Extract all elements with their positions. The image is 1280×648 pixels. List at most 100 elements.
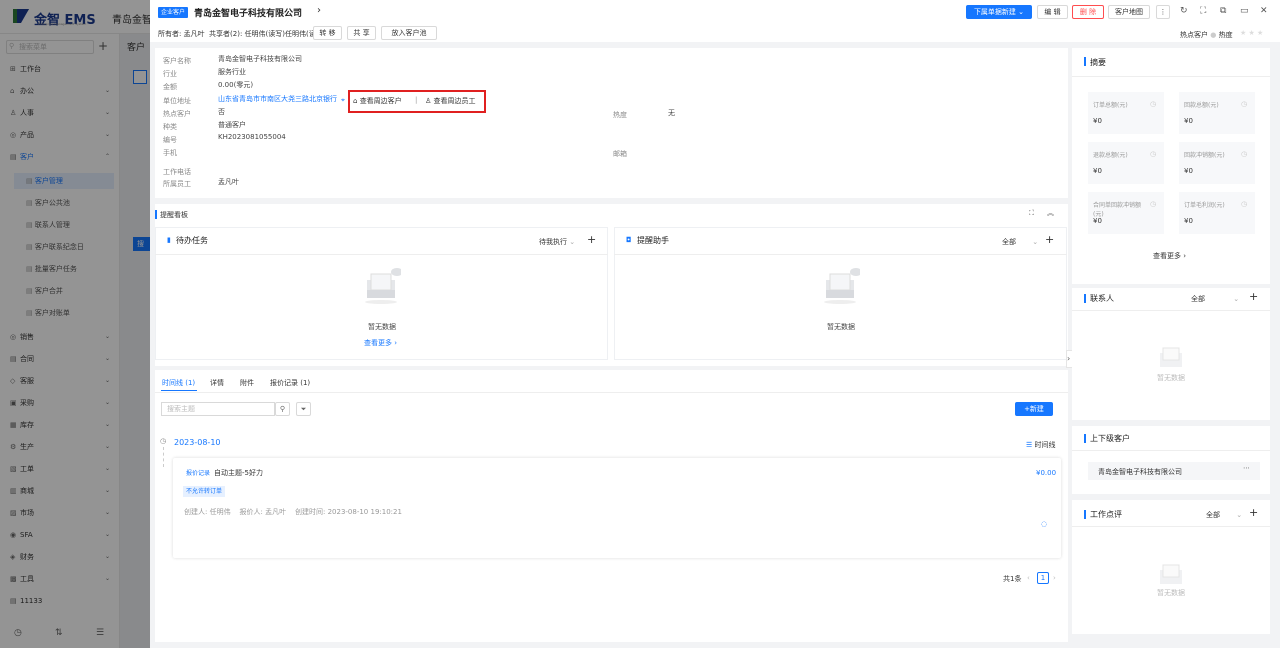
more-label: 查看更多	[1153, 252, 1181, 260]
contacts-empty-text: 暂无数据	[1157, 374, 1185, 382]
info-field-value: 孟凡叶	[218, 178, 239, 186]
summary-item-value: ¥0	[1093, 167, 1102, 175]
summary-item	[1179, 92, 1255, 134]
info-icon[interactable]: ◷	[1150, 200, 1156, 208]
info-field-label: 工作电话	[163, 168, 191, 176]
building-icon: ⌂	[353, 97, 358, 105]
refresh-icon[interactable]: ↻	[1180, 6, 1188, 16]
add-review-icon[interactable]: +	[1249, 506, 1258, 519]
chevron-down-icon: ⌄	[1032, 238, 1039, 246]
filter-icon[interactable]: ⏷	[296, 402, 311, 416]
summary-item	[1088, 92, 1164, 134]
search-icon[interactable]: ⚲	[275, 402, 290, 416]
add-todo-icon[interactable]: +	[587, 233, 596, 246]
close-icon[interactable]: ✕	[1260, 6, 1268, 16]
review-filter-value: 全部	[1206, 511, 1220, 519]
fullscreen-icon[interactable]: ⛶	[1200, 6, 1206, 16]
tab-quote-records[interactable]: 报价记录 (1)	[270, 378, 310, 388]
hot-customer-label: 热点客户	[1180, 31, 1208, 39]
summary-item	[1179, 142, 1255, 184]
expand-icon[interactable]: ⛶	[1029, 209, 1034, 218]
contacts-filter-select[interactable]: 全部 ⌄	[1191, 294, 1239, 304]
nearby-staff-label: 查看周边员工	[433, 97, 476, 105]
prev-icon[interactable]: ‹	[297, 5, 301, 16]
section-marker	[1084, 434, 1086, 443]
todo-filter-select[interactable]: 待我执行 ⌄	[539, 237, 575, 247]
event-created-time: 创建时间: 2023-08-10 19:10:21	[295, 508, 402, 516]
page-next-icon[interactable]: ›	[1053, 574, 1056, 582]
address-link[interactable]: 山东省青岛市市南区大尧三路北京银行	[218, 94, 337, 104]
new-subordinate-doc-button[interactable]: 下属单据新建 ⌄	[966, 5, 1032, 19]
info-icon[interactable]: ◷	[1241, 100, 1247, 108]
info-icon[interactable]: ◷	[1150, 150, 1156, 158]
add-reminder-icon[interactable]: +	[1045, 233, 1054, 246]
collapse-icon[interactable]: ︽	[1047, 208, 1054, 218]
user-icon: ♙	[425, 97, 432, 105]
event-quoter: 报价人: 孟凡叶	[239, 508, 287, 516]
info-icon[interactable]: ◷	[1241, 150, 1247, 158]
customer-map-button[interactable]: 客户地图	[1108, 5, 1150, 19]
timeline-search-input[interactable]: 搜索主题	[161, 402, 275, 416]
info-field-value: 否	[218, 108, 225, 116]
divider	[614, 254, 1067, 255]
customer-type-badge: 企业客户	[158, 7, 189, 18]
empty-inbox-icon	[1160, 347, 1182, 367]
more-label: 查看更多	[364, 339, 392, 347]
info-icon[interactable]: ◷	[1150, 100, 1156, 108]
comment-icon[interactable]: ◌	[1041, 520, 1047, 528]
summary-item-label: 回款总额(元)	[1184, 102, 1219, 109]
summary-item-value: ¥0	[1184, 167, 1193, 175]
tab-timeline[interactable]: 时间线 (1)	[162, 378, 195, 388]
info-field-value: KH2023081055004	[218, 133, 286, 141]
review-title: 工作点评	[1090, 510, 1122, 519]
review-filter-select[interactable]: 全部 ⌄	[1206, 510, 1242, 520]
todo-more-link[interactable]: 查看更多 ›	[364, 338, 397, 348]
review-empty-text: 暂无数据	[1157, 589, 1185, 597]
info-icon[interactable]: ◷	[1241, 200, 1247, 208]
transfer-button[interactable]: 转 移	[313, 26, 342, 40]
more-icon[interactable]: ⋯	[1243, 464, 1250, 472]
tab-attachments[interactable]: 附件	[240, 378, 254, 388]
location-icon[interactable]: ⌖	[341, 96, 345, 105]
edit-button[interactable]: 编 辑	[1037, 5, 1068, 19]
modal-overlay[interactable]	[0, 0, 150, 648]
nearby-customers-label: 查看周边客户	[359, 97, 402, 105]
assistant-filter-select[interactable]: 全部 ⌄	[1002, 237, 1038, 247]
share-button[interactable]: 共 享	[347, 26, 376, 40]
page-number[interactable]: 1	[1037, 572, 1049, 584]
view-nearby-staff-button[interactable]: ♙ 查看周边员工	[425, 96, 476, 106]
customer-info-card	[155, 48, 1068, 198]
next-icon[interactable]: ›	[317, 5, 321, 16]
section-marker	[1084, 510, 1086, 519]
chevron-down-icon: ⌄	[1236, 511, 1243, 519]
summary-item-value: ¥0	[1184, 117, 1193, 125]
new-window-icon[interactable]: ⧉	[1220, 6, 1226, 16]
contacts-title: 联系人	[1090, 294, 1114, 303]
contacts-filter-value: 全部	[1191, 295, 1205, 303]
tab-details[interactable]: 详情	[210, 378, 224, 388]
info-field-value: 普通客户	[218, 121, 246, 129]
divider	[155, 254, 608, 255]
owner-name: 孟凡叶	[183, 30, 205, 38]
heat-stars[interactable]: ★ ★ ★	[1240, 29, 1263, 37]
timeline-view-toggle[interactable]: ☰ 时间线	[1026, 440, 1056, 450]
empty-inbox-icon	[824, 268, 860, 304]
event-creator: 创建人: 任明伟	[184, 508, 231, 516]
todo-empty-text: 暂无数据	[368, 323, 396, 331]
summary-item-label: 订单毛利润(元)	[1184, 202, 1225, 209]
timeline-date: 2023-08-10	[174, 438, 221, 447]
delete-button[interactable]: 删 除	[1072, 5, 1104, 19]
add-contact-icon[interactable]: +	[1249, 290, 1258, 303]
put-into-pool-button[interactable]: 放入客户池	[381, 26, 437, 40]
new-record-button[interactable]: +新建	[1015, 402, 1053, 416]
page-prev-icon[interactable]: ‹	[1027, 574, 1030, 582]
event-amount: ¥0.00	[1036, 469, 1057, 477]
chevron-right-icon: ›	[1183, 252, 1187, 260]
minimize-icon[interactable]: ▭	[1240, 6, 1249, 16]
view-nearby-customers-button[interactable]: ⌂ 查看周边客户	[353, 96, 402, 106]
summary-item-label: 订单总额(元)	[1093, 102, 1128, 109]
more-icon[interactable]: ⋮	[1156, 5, 1170, 19]
summary-item	[1179, 192, 1255, 234]
info-field-label: 手机	[163, 149, 177, 157]
summary-more-link[interactable]: 查看更多 ›	[1153, 251, 1186, 261]
